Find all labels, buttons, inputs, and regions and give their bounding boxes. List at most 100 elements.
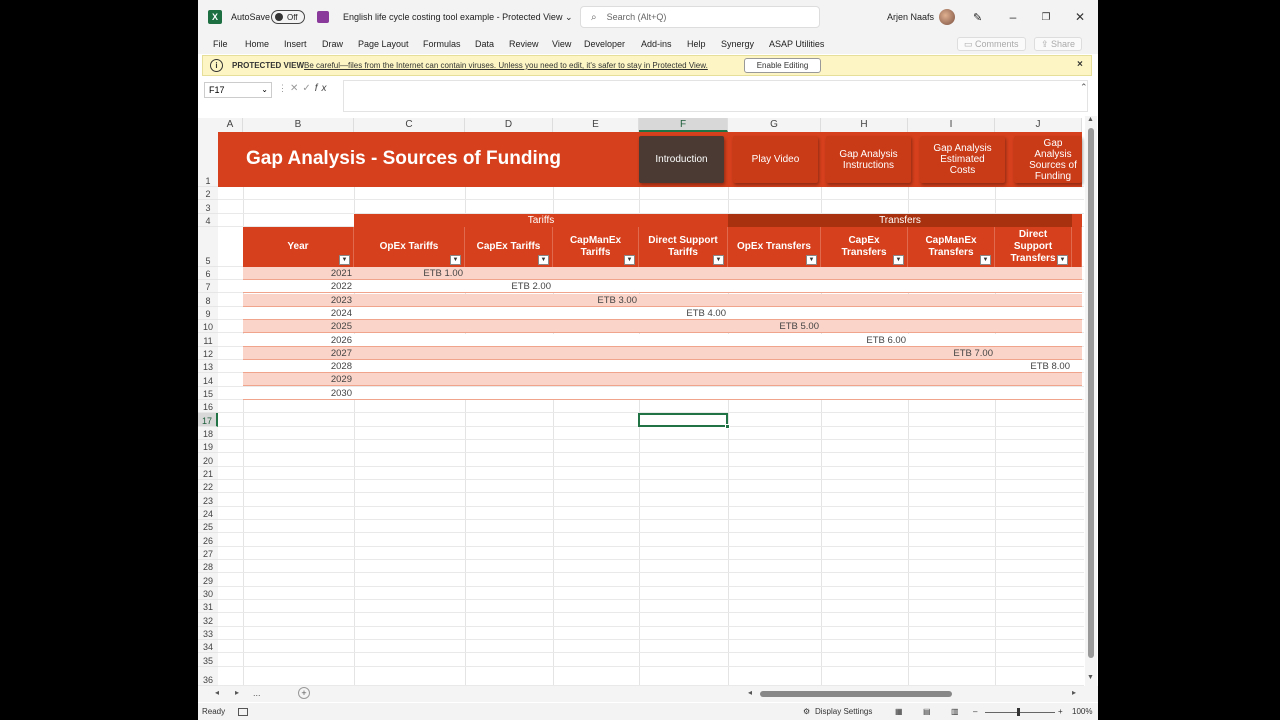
zoom-slider-thumb[interactable] — [1017, 708, 1020, 716]
row-header[interactable]: 1 — [198, 132, 218, 187]
introduction-button[interactable]: Introduction — [639, 136, 724, 183]
tab-draw[interactable]: Draw — [322, 39, 343, 49]
value-cell[interactable]: ETB 8.00 — [995, 360, 1072, 373]
close-icon[interactable]: ✕ — [1070, 0, 1090, 34]
minimize-icon[interactable]: – — [1003, 0, 1023, 34]
vertical-scrollbar[interactable]: ▲ ▼ — [1085, 116, 1097, 686]
year-cell[interactable]: 2026 — [243, 334, 354, 347]
page-layout-view-icon[interactable]: ▤ — [923, 707, 931, 716]
tab-developer[interactable]: Developer — [584, 39, 625, 49]
filter-dropdown-icon[interactable]: ▼ — [806, 255, 817, 265]
column-header-f[interactable]: F — [639, 118, 728, 132]
normal-view-icon[interactable]: ▦ — [895, 707, 903, 716]
zoom-level[interactable]: 100% — [1072, 707, 1092, 716]
scroll-down-icon[interactable]: ▼ — [1087, 674, 1094, 681]
search-box[interactable]: ⌕ Search (Alt+Q) — [580, 6, 820, 28]
protected-view-message[interactable]: Be careful—files from the Internet can c… — [304, 61, 708, 70]
table-header-opex-transfers[interactable]: OpEx Transfers ▼ — [728, 227, 821, 267]
scrollbar-thumb[interactable] — [1088, 128, 1094, 658]
enter-icon[interactable]: ✓ — [302, 83, 314, 94]
fill-handle[interactable] — [725, 424, 730, 429]
filter-dropdown-icon[interactable]: ▼ — [450, 255, 461, 265]
document-title[interactable]: English life cycle costing tool example … — [343, 0, 572, 34]
table-row[interactable] — [243, 386, 1082, 400]
more-sheets-button[interactable]: ... — [253, 688, 261, 698]
row-header[interactable]: 29 — [198, 573, 218, 587]
table-header-capmanex-tariffs[interactable]: CapManEx Tariffs ▼ — [553, 227, 639, 267]
avatar[interactable] — [939, 9, 955, 25]
tab-review[interactable]: Review — [509, 39, 539, 49]
filter-dropdown-icon[interactable]: ▼ — [339, 255, 350, 265]
column-header-i[interactable]: I — [908, 118, 995, 132]
value-cell[interactable]: ETB 2.00 — [465, 280, 553, 293]
save-icon[interactable] — [317, 11, 329, 23]
filter-dropdown-icon[interactable]: ▼ — [1057, 255, 1068, 265]
row-header[interactable]: 18 — [198, 427, 218, 440]
column-header-a[interactable]: A — [218, 118, 243, 132]
cancel-icon[interactable]: ✕ — [290, 83, 302, 94]
year-cell[interactable]: 2025 — [243, 320, 354, 333]
chevron-down-icon[interactable]: ⌄ — [261, 85, 268, 94]
row-header[interactable]: 33 — [198, 627, 218, 640]
year-cell[interactable]: 2028 — [243, 360, 354, 373]
display-settings-icon[interactable]: ⚙ — [803, 707, 810, 716]
row-header[interactable]: 16 — [198, 400, 218, 413]
display-settings-button[interactable]: Display Settings — [815, 707, 872, 716]
year-cell[interactable]: 2024 — [243, 307, 354, 320]
column-header-d[interactable]: D — [465, 118, 553, 132]
formula-input[interactable] — [343, 80, 1088, 112]
tab-help[interactable]: Help — [687, 39, 706, 49]
row-header[interactable]: 35 — [198, 653, 218, 667]
horizontal-scrollbar-thumb[interactable] — [760, 691, 952, 697]
row-header[interactable]: 14 — [198, 373, 218, 387]
row-header[interactable]: 30 — [198, 587, 218, 600]
share-button[interactable]: ⇪ Share — [1034, 37, 1083, 51]
row-header[interactable]: 32 — [198, 613, 218, 627]
row-header[interactable]: 10 — [198, 320, 218, 333]
row-header[interactable]: 20 — [198, 453, 218, 467]
pen-icon[interactable]: ✎ — [973, 0, 982, 34]
row-header[interactable]: 9 — [198, 307, 218, 320]
tab-insert[interactable]: Insert — [284, 39, 307, 49]
table-row[interactable] — [243, 360, 1082, 374]
table-row[interactable] — [243, 373, 1082, 387]
value-cell[interactable]: ETB 6.00 — [821, 334, 908, 347]
row-header[interactable]: 2 — [198, 187, 218, 200]
more-icon[interactable]: ⋮ — [278, 83, 287, 94]
play-video-button[interactable]: Play Video — [733, 136, 818, 183]
row-header[interactable]: 8 — [198, 293, 218, 307]
page-break-view-icon[interactable]: ▥ — [951, 707, 959, 716]
tab-asap-utilities[interactable]: ASAP Utilities — [769, 39, 824, 49]
row-header[interactable]: 19 — [198, 440, 218, 453]
year-cell[interactable]: 2021 — [243, 267, 354, 280]
name-box[interactable]: F17 ⌄ — [204, 82, 272, 98]
year-cell[interactable]: 2023 — [243, 294, 354, 307]
gap-analysis-instructions-button[interactable]: Gap Analysis Instructions — [826, 136, 911, 183]
filter-dropdown-icon[interactable]: ▼ — [713, 255, 724, 265]
value-cell[interactable]: ETB 1.00 — [354, 267, 465, 280]
row-header[interactable]: 4 — [198, 214, 218, 227]
scroll-right-icon[interactable]: ▸ — [1072, 688, 1076, 697]
filter-dropdown-icon[interactable]: ▼ — [893, 255, 904, 265]
function-icon[interactable]: fx — [315, 83, 331, 94]
tab-data[interactable]: Data — [475, 39, 494, 49]
prev-sheet-icon[interactable]: ◂ — [215, 688, 219, 697]
row-header[interactable]: 7 — [198, 280, 218, 293]
column-header-h[interactable]: H — [821, 118, 908, 132]
row-header[interactable]: 17 — [198, 413, 218, 427]
autosave-toggle[interactable]: Off — [271, 10, 305, 24]
select-all-corner[interactable] — [198, 118, 218, 132]
row-header[interactable]: 22 — [198, 480, 218, 493]
filter-dropdown-icon[interactable]: ▼ — [624, 255, 635, 265]
row-header[interactable]: 31 — [198, 600, 218, 613]
enable-editing-button[interactable]: Enable Editing — [744, 58, 821, 73]
close-icon[interactable]: × — [1077, 59, 1083, 70]
column-header-g[interactable]: G — [728, 118, 821, 132]
row-header[interactable]: 5 — [198, 227, 218, 267]
add-sheet-button[interactable]: + — [298, 687, 310, 699]
table-header-direct-support-tariffs[interactable]: Direct Support Tariffs ▼ — [639, 227, 728, 267]
table-header-capex-tariffs[interactable]: CapEx Tariffs ▼ — [465, 227, 553, 267]
zoom-out-icon[interactable]: – — [973, 707, 977, 716]
year-cell[interactable]: 2029 — [243, 373, 354, 386]
row-header[interactable]: 12 — [198, 347, 218, 360]
